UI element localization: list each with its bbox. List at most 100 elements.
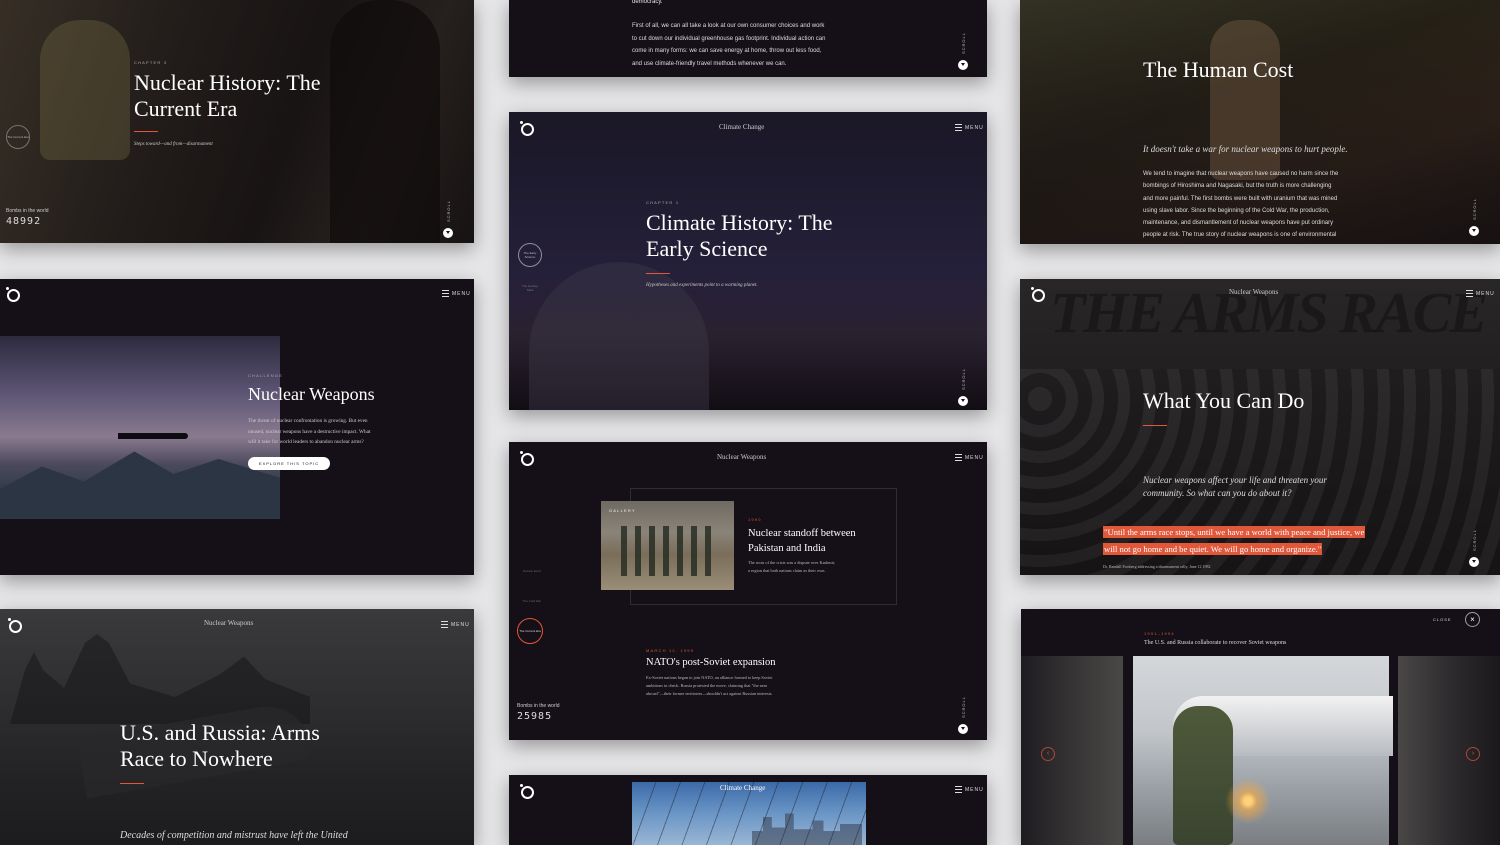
card-gallery-detail[interactable]: CLOSE × 1991–1994 The U.S. and Russia co… [1021,609,1500,845]
pull-quote: "Until the arms race stops, until we hav… [1103,524,1366,558]
scroll-down-icon[interactable] [958,396,968,407]
section-header: Nuclear Weapons [204,619,254,627]
menu-button[interactable]: MENU [441,621,470,628]
scroll-down-icon[interactable] [443,228,453,239]
hamburger-icon [441,621,448,628]
card-climate-history[interactable]: Climate Change MENU CHAPTER 1 Climate Hi… [509,112,987,410]
scroll-label: SCROLL [445,200,451,223]
body-line: and use climate-friendly travel methods … [632,60,787,67]
subtitle: Hypotheses and experiments point to a wa… [646,283,758,288]
logo-icon[interactable] [520,784,534,799]
card-human-cost[interactable]: The Human Cost It doesn't take a war for… [1020,0,1500,244]
subtitle-line: Nuclear weapons affect your life and thr… [1143,475,1327,485]
gallery-caption: The U.S. and Russia collaborate to recov… [1144,640,1287,646]
logo-icon[interactable] [520,451,534,466]
scroll-indicator[interactable]: SCROLL [958,696,968,735]
accent-rule [1143,425,1167,426]
body-line: will it take for world leaders to abando… [248,439,364,445]
hamburger-icon [955,124,962,131]
gallery-years: 1991–1994 [1144,631,1175,636]
nav-circle-current-era[interactable]: The Current Era [6,125,30,149]
body-paragraph: We tend to imagine that nuclear weapons … [1143,168,1338,242]
nav-circle-cold-war[interactable]: The Cold War [521,590,543,612]
body-line: people at risk. The true story of nuclea… [1143,232,1337,239]
entry-body-line: abroad"—their former territories—shouldn… [646,691,773,696]
worker-figure [1173,706,1233,845]
card-nuclear-history[interactable]: CHAPTER 3 Nuclear History: The Current E… [0,0,474,243]
card-us-russia[interactable]: Nuclear Weapons MENU U.S. and Russia: Ar… [0,609,474,845]
body-line: unused, nuclear weapons have a destructi… [248,428,371,435]
body-line: The threat of nuclear confrontation is g… [248,418,368,424]
logo-icon[interactable] [520,121,534,136]
entry-body: The roots of the crisis was a dispute ov… [748,559,835,575]
bombs-counter: 48992 [6,216,42,227]
menu-button[interactable]: MENU [955,786,984,793]
scroll-down-icon[interactable] [958,60,968,71]
page-title: Climate History: The Early Science [646,210,833,262]
section-label: CHALLENGE [248,373,284,378]
entry-title-line: Pakistan and India [748,543,826,554]
body-line: bombings of Hiroshima and Nagasaki, but … [1143,183,1332,190]
leader-silhouette [330,0,440,243]
title-line-2: Race to Nowhere [120,746,273,771]
section-header: Climate Change [720,784,766,792]
scroll-indicator[interactable]: SCROLL [1469,529,1479,568]
scroll-down-icon[interactable] [1469,226,1479,237]
menu-button[interactable]: MENU [1466,290,1495,297]
card-nuclear-weapons[interactable]: MENU CHALLENGE Nuclear Weapons The threa… [0,279,474,575]
close-label[interactable]: CLOSE [1433,617,1452,622]
menu-label: MENU [965,454,984,461]
gallery-next-arrow-icon[interactable]: › [1466,747,1480,761]
section-header: Climate Change [719,123,765,131]
scroll-down-icon[interactable] [1469,557,1479,568]
entry-body-line: a region that both nations claim as thei… [748,568,826,573]
soldiers-desert-image[interactable]: GALLERY [601,501,734,590]
hamburger-icon [442,290,449,297]
scroll-indicator[interactable]: SCROLL [958,32,968,71]
card-what-you-can-do[interactable]: THE ARMS RACE Nuclear Weapons MENU What … [1020,279,1500,575]
missile-shape [118,433,188,439]
menu-button[interactable]: MENU [955,454,984,461]
scroll-indicator[interactable]: SCROLL [443,200,453,239]
nav-circle-current-era[interactable]: The Current Era [517,618,543,644]
quote-attribution: Dr. Randall Forsberg addressing a disarm… [1103,564,1211,569]
nav-circle-era-ii[interactable]: Nuclear Era II [521,560,543,582]
scroll-indicator[interactable]: SCROLL [1469,198,1479,237]
card-climate-action-text: democracy. First of all, we can all take… [509,0,987,77]
entry-body-line: ambitions in check. Russia protested the… [646,683,768,688]
menu-label: MENU [452,290,471,297]
entry-title: Nuclear standoff between Pakistan and In… [748,526,856,556]
subtitle-line: community. So what can you do about it? [1143,488,1292,498]
body-line: to cut down our individual greenhouse ga… [632,35,826,42]
hamburger-icon [955,786,962,793]
entry-date: MARCH 12, 1999 [646,648,695,653]
card-climate-change-bottom[interactable]: Climate Change MENU [509,775,987,845]
menu-label: MENU [1476,290,1495,297]
gallery-prev-arrow-icon[interactable]: ‹ [1041,747,1055,761]
body-line: First of all, we can all take a look at … [632,23,825,29]
scroll-label: SCROLL [960,368,966,391]
menu-button[interactable]: MENU [955,124,984,131]
missile-dismantling-image[interactable] [1133,656,1393,845]
nav-circle-early-science[interactable]: The Early Science [518,243,542,267]
nav-circle-hockey-stick[interactable]: The Hockey Stick [518,276,542,300]
menu-label: MENU [451,621,470,628]
explore-topic-button[interactable]: EXPLORE THIS TOPIC [248,457,330,470]
close-icon[interactable]: × [1465,612,1480,627]
logo-icon[interactable] [8,618,22,633]
gallery-label: GALLERY [609,508,636,513]
entry-title-line: Nuclear standoff between [748,528,856,539]
section-header: Nuclear Weapons [1229,288,1279,296]
logo-icon[interactable] [1031,287,1045,302]
menu-button[interactable]: MENU [442,290,471,297]
scroll-down-icon[interactable] [958,724,968,735]
card-nuclear-timeline[interactable]: Nuclear Weapons MENU GALLERY 1990 Nuclea… [509,442,987,740]
body-line: and more painful. The first bombs were b… [1143,195,1338,202]
quote-line: "Until the arms race stops, until we hav… [1103,526,1366,538]
accent-rule [646,273,670,274]
accent-rule [134,131,158,132]
body-line: We tend to imagine that nuclear weapons … [1143,171,1339,177]
title-line-1: Climate History: The [646,210,833,235]
logo-icon[interactable] [6,287,20,302]
scroll-indicator[interactable]: SCROLL [958,368,968,407]
